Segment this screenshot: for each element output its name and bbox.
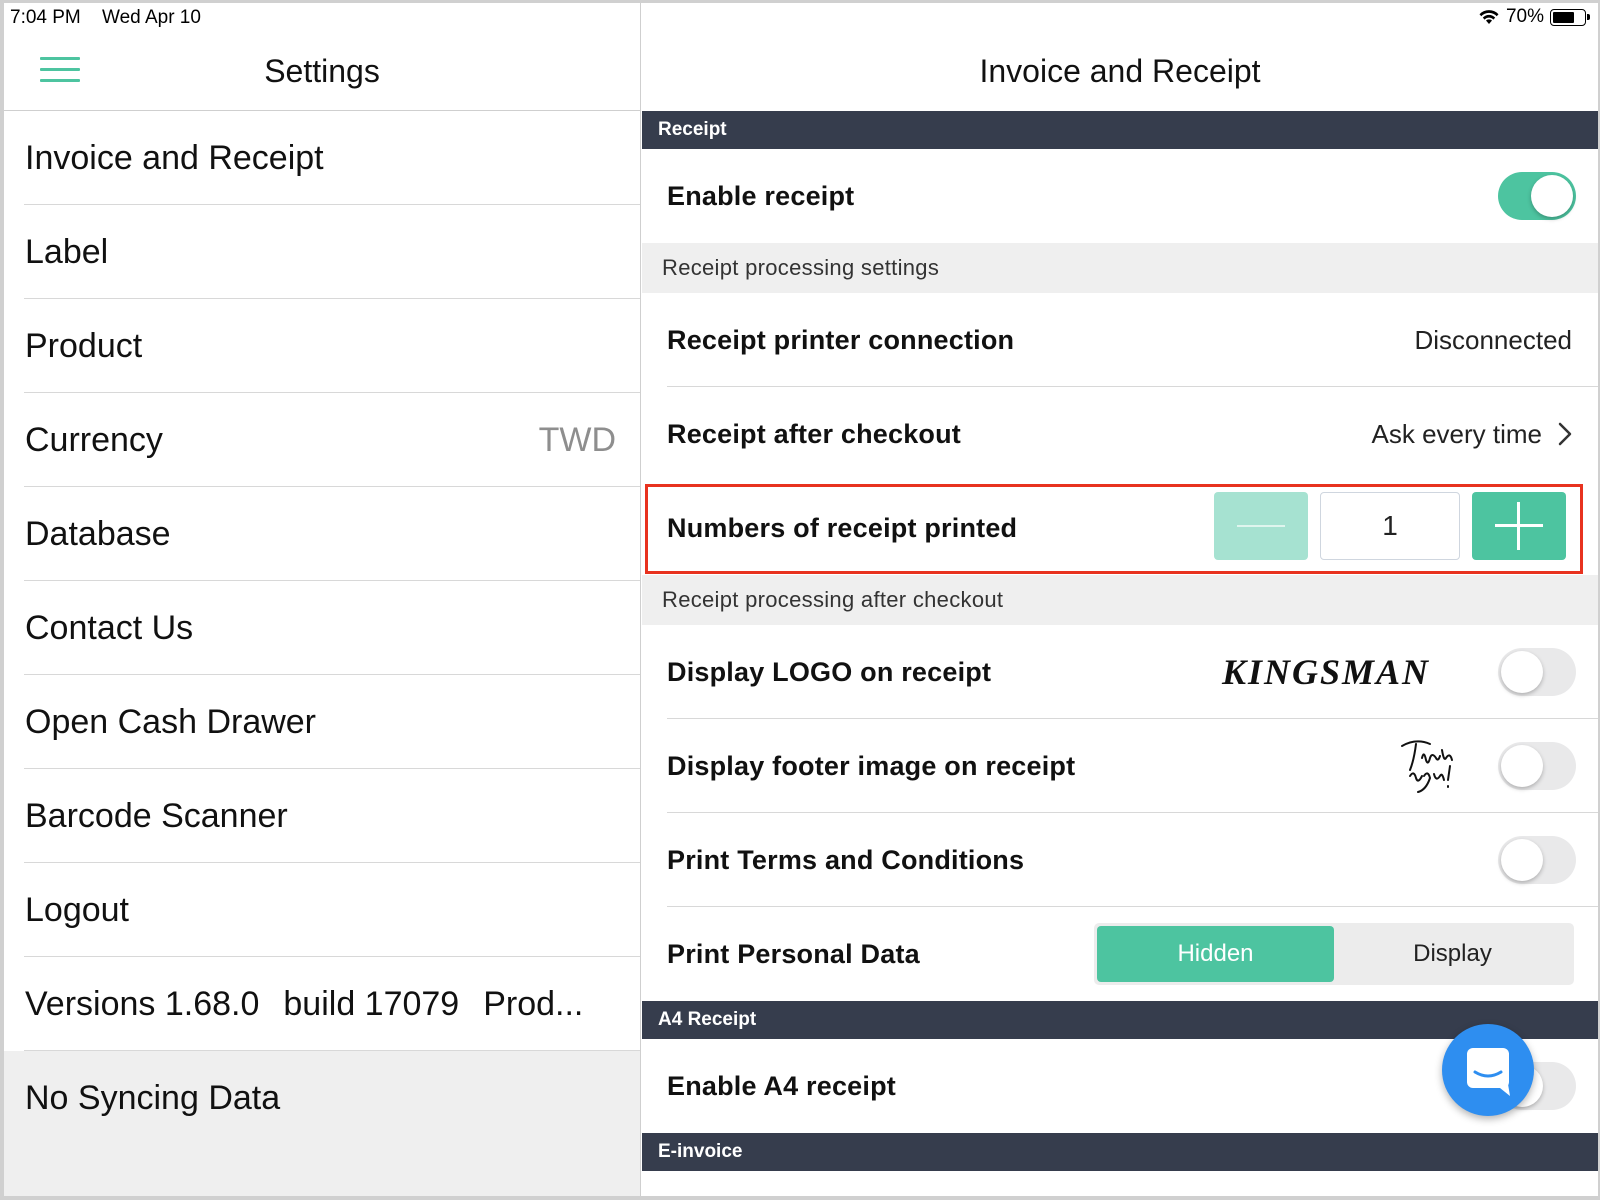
settings-menu: Invoice and Receipt Label Product Curren… bbox=[4, 111, 640, 1145]
toggle-knob bbox=[1531, 175, 1573, 217]
display-logo-toggle[interactable] bbox=[1498, 648, 1576, 696]
battery-level bbox=[1553, 11, 1574, 23]
sidebar-footer bbox=[4, 1129, 640, 1196]
display-logo-label: Display LOGO on receipt bbox=[667, 656, 992, 687]
syncing-status-label: No Syncing Data bbox=[25, 1078, 281, 1117]
enable-a4-label: Enable A4 receipt bbox=[667, 1070, 896, 1101]
status-time: 7:04 PM bbox=[10, 7, 81, 28]
personal-data-segmented-control: Hidden Display bbox=[1094, 923, 1574, 985]
section-e-invoice: E-invoice bbox=[642, 1133, 1598, 1171]
invoice-receipt-detail: Invoice and Receipt Receipt Enable recei… bbox=[642, 3, 1598, 1196]
display-footer-row: Display footer image on receipt bbox=[642, 719, 1598, 813]
menu-item-label: Currency bbox=[25, 420, 163, 459]
thank-you-image bbox=[1401, 740, 1453, 793]
menu-item-label: Barcode Scanner bbox=[25, 796, 288, 835]
highlight-annotation bbox=[645, 484, 1583, 574]
subheader-processing-after: Receipt processing after checkout bbox=[642, 575, 1598, 625]
status-indicators: 70% bbox=[1478, 6, 1590, 28]
toggle-knob bbox=[1501, 651, 1543, 693]
display-footer-label: Display footer image on receipt bbox=[667, 750, 1076, 781]
printer-connection-status: Disconnected bbox=[1414, 324, 1572, 355]
menu-item-invoice-and-receipt[interactable]: Invoice and Receipt bbox=[4, 111, 640, 205]
menu-item-barcode-scanner[interactable]: Barcode Scanner bbox=[4, 769, 640, 863]
sidebar-header: Settings bbox=[4, 31, 640, 111]
menu-item-label: Logout bbox=[25, 890, 129, 929]
detail-header: Invoice and Receipt bbox=[642, 31, 1598, 111]
status-bar: 7:04 PM Wed Apr 10 70% bbox=[4, 3, 1598, 31]
settings-sidebar: Settings Invoice and Receipt Label Produ… bbox=[4, 3, 641, 1196]
segment-hidden[interactable]: Hidden bbox=[1097, 926, 1334, 982]
printer-connection-value: Disconnected bbox=[1414, 325, 1572, 356]
toggle-knob bbox=[1501, 745, 1543, 787]
kingsman-logo-image: KINGSMAN bbox=[1221, 652, 1430, 692]
wifi-icon bbox=[1479, 10, 1499, 24]
receipt-after-checkout-label: Receipt after checkout bbox=[667, 418, 961, 449]
section-receipt: Receipt bbox=[642, 111, 1598, 149]
printer-connection-label: Receipt printer connection bbox=[667, 324, 1015, 355]
print-personal-data-label: Print Personal Data bbox=[667, 938, 920, 969]
app-frame: 7:04 PM Wed Apr 10 70% Settings Invoice … bbox=[4, 3, 1598, 1196]
page-title: Invoice and Receipt bbox=[979, 53, 1261, 89]
menu-item-label: Open Cash Drawer bbox=[25, 702, 317, 741]
chat-glyph bbox=[1467, 1048, 1510, 1096]
sidebar-title: Settings bbox=[264, 53, 380, 89]
menu-item-logout[interactable]: Logout bbox=[4, 863, 640, 957]
display-logo-row: Display LOGO on receipt KINGSMAN bbox=[642, 625, 1598, 719]
currency-value: TWD bbox=[538, 420, 616, 459]
toggle-knob bbox=[1501, 839, 1543, 881]
enable-receipt-label: Enable receipt bbox=[667, 180, 855, 211]
menu-item-label-settings[interactable]: Label bbox=[4, 205, 640, 299]
environment: Prod... bbox=[483, 984, 584, 1023]
menu-item-label: Contact Us bbox=[25, 608, 194, 647]
display-footer-toggle[interactable] bbox=[1498, 742, 1576, 790]
version-number: Versions 1.68.0 bbox=[25, 984, 260, 1023]
e-invoice-content bbox=[642, 1171, 1598, 1196]
print-terms-label: Print Terms and Conditions bbox=[667, 844, 1025, 875]
battery-percent: 70% bbox=[1505, 6, 1544, 27]
status-date: Wed Apr 10 bbox=[102, 7, 201, 28]
segment-display[interactable]: Display bbox=[1334, 926, 1571, 982]
receipt-after-checkout-row[interactable]: Receipt after checkout Ask every time bbox=[642, 387, 1598, 481]
menu-item-label: Invoice and Receipt bbox=[25, 138, 324, 177]
menu-item-contact-us[interactable]: Contact Us bbox=[4, 581, 640, 675]
chat-bubble-icon[interactable] bbox=[1442, 1024, 1534, 1116]
menu-item-open-cash-drawer[interactable]: Open Cash Drawer bbox=[4, 675, 640, 769]
menu-item-label: Product bbox=[25, 326, 143, 365]
battery-icon bbox=[1550, 8, 1590, 26]
print-terms-toggle[interactable] bbox=[1498, 836, 1576, 884]
versions-info: Versions 1.68.0 build 17079 Prod... bbox=[4, 957, 640, 1051]
menu-item-label: Label bbox=[25, 232, 109, 271]
menu-item-label: Database bbox=[25, 514, 171, 553]
menu-item-product[interactable]: Product bbox=[4, 299, 640, 393]
chevron-right-icon bbox=[1558, 422, 1572, 446]
receipt-after-checkout-value: Ask every time bbox=[1372, 419, 1573, 450]
print-personal-data-row: Print Personal Data Hidden Display bbox=[642, 907, 1598, 1001]
menu-item-database[interactable]: Database bbox=[4, 487, 640, 581]
printer-connection-row[interactable]: Receipt printer connection Disconnected bbox=[642, 293, 1598, 387]
subheader-processing-settings: Receipt processing settings bbox=[642, 243, 1598, 293]
print-terms-row: Print Terms and Conditions bbox=[642, 813, 1598, 907]
build-number: build 17079 bbox=[283, 984, 460, 1023]
receipt-after-checkout-selection: Ask every time bbox=[1371, 418, 1543, 449]
enable-receipt-row: Enable receipt bbox=[642, 149, 1598, 243]
enable-receipt-toggle[interactable] bbox=[1498, 172, 1576, 220]
menu-item-currency[interactable]: Currency TWD bbox=[4, 393, 640, 487]
